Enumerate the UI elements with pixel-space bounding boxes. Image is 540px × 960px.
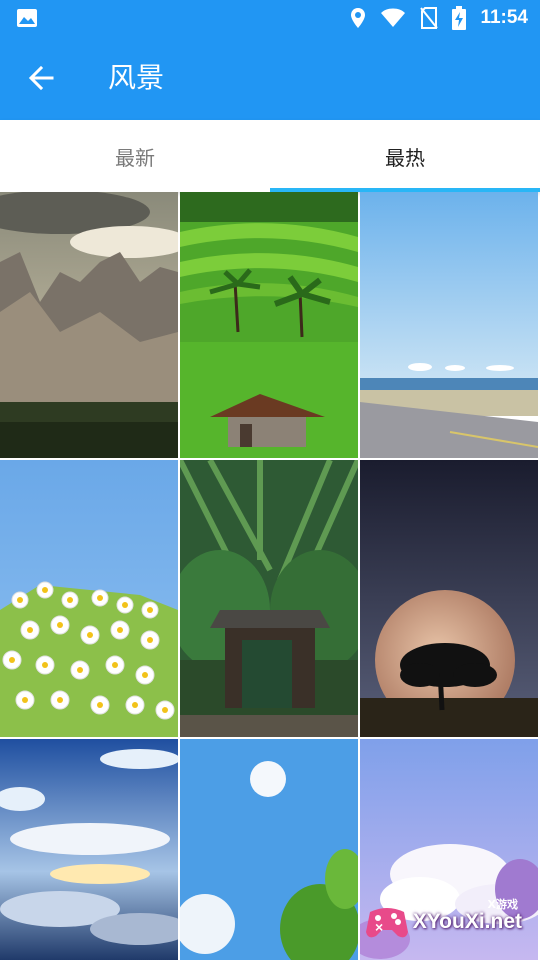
status-bar: 11:54: [0, 0, 540, 36]
watermark-text: XYouXi.net: [412, 910, 522, 933]
wallpaper-bamboo-gate[interactable]: [180, 460, 358, 737]
tab-latest[interactable]: 最新: [0, 120, 270, 192]
watermark: × X游戏 XYouXi.net: [362, 894, 532, 950]
wallpaper-daisy-flowers[interactable]: [0, 460, 178, 737]
wallpaper-coastal-road[interactable]: [360, 192, 538, 458]
tab-latest-label: 最新: [115, 145, 155, 170]
wifi-icon: [381, 8, 406, 27]
svg-text:×: ×: [375, 919, 383, 935]
wallpaper-grid: × X游戏 XYouXi.net: [0, 192, 540, 960]
location-icon: [351, 8, 366, 28]
page-title: 风景: [108, 61, 165, 94]
wallpaper-rice-terraces[interactable]: [180, 192, 358, 458]
app-bar: 风景: [0, 36, 540, 120]
clock: 11:54: [480, 7, 528, 28]
battery-charging-icon: [452, 6, 467, 30]
wallpaper-sky-clouds-sunset[interactable]: [0, 739, 178, 960]
wallpaper-moon-tree[interactable]: [360, 460, 538, 737]
image-icon: [17, 9, 37, 27]
wallpaper-mountain-peaks[interactable]: [0, 192, 178, 458]
tab-hottest[interactable]: 最热: [270, 120, 540, 192]
gamepad-logo-icon: ×: [366, 908, 408, 938]
tab-hottest-label: 最热: [385, 145, 425, 170]
tab-bar: 最新 最热: [0, 120, 540, 192]
no-sim-icon: [420, 7, 439, 29]
arrow-left-icon[interactable]: [24, 60, 60, 96]
wallpaper-blue-sky-tree[interactable]: [180, 739, 358, 960]
